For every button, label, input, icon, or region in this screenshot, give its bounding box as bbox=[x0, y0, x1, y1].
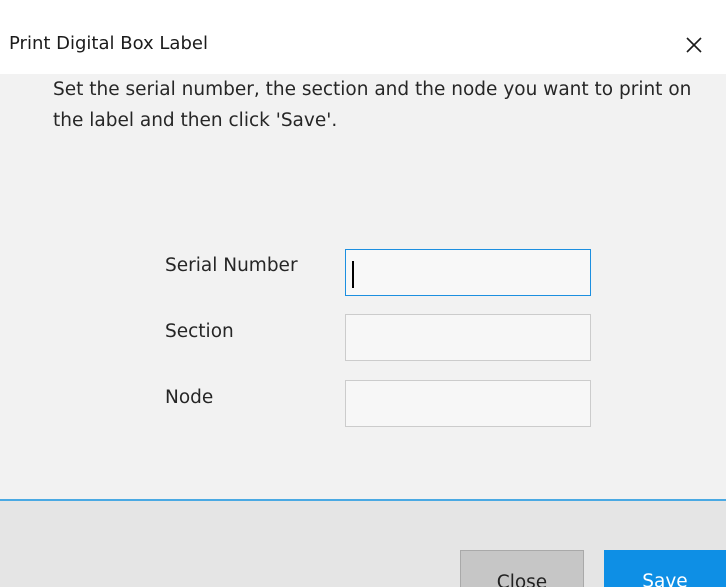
dialog-titlebar: Print Digital Box Label bbox=[0, 0, 726, 74]
text-caret bbox=[352, 261, 354, 288]
section-label: Section bbox=[165, 321, 234, 342]
section-input[interactable] bbox=[345, 314, 591, 361]
instructions-text: Set the serial number, the section and t… bbox=[53, 79, 692, 131]
save-button[interactable]: Save bbox=[604, 550, 726, 587]
node-input[interactable] bbox=[345, 380, 591, 427]
serial-number-input[interactable] bbox=[345, 249, 591, 296]
serial-number-label: Serial Number bbox=[165, 255, 298, 276]
dialog-title: Print Digital Box Label bbox=[9, 33, 208, 54]
close-icon[interactable] bbox=[676, 27, 710, 61]
node-label: Node bbox=[165, 387, 214, 408]
close-button[interactable]: Close bbox=[460, 550, 584, 587]
print-label-dialog: Print Digital Box Label Set the serial n… bbox=[0, 0, 726, 587]
